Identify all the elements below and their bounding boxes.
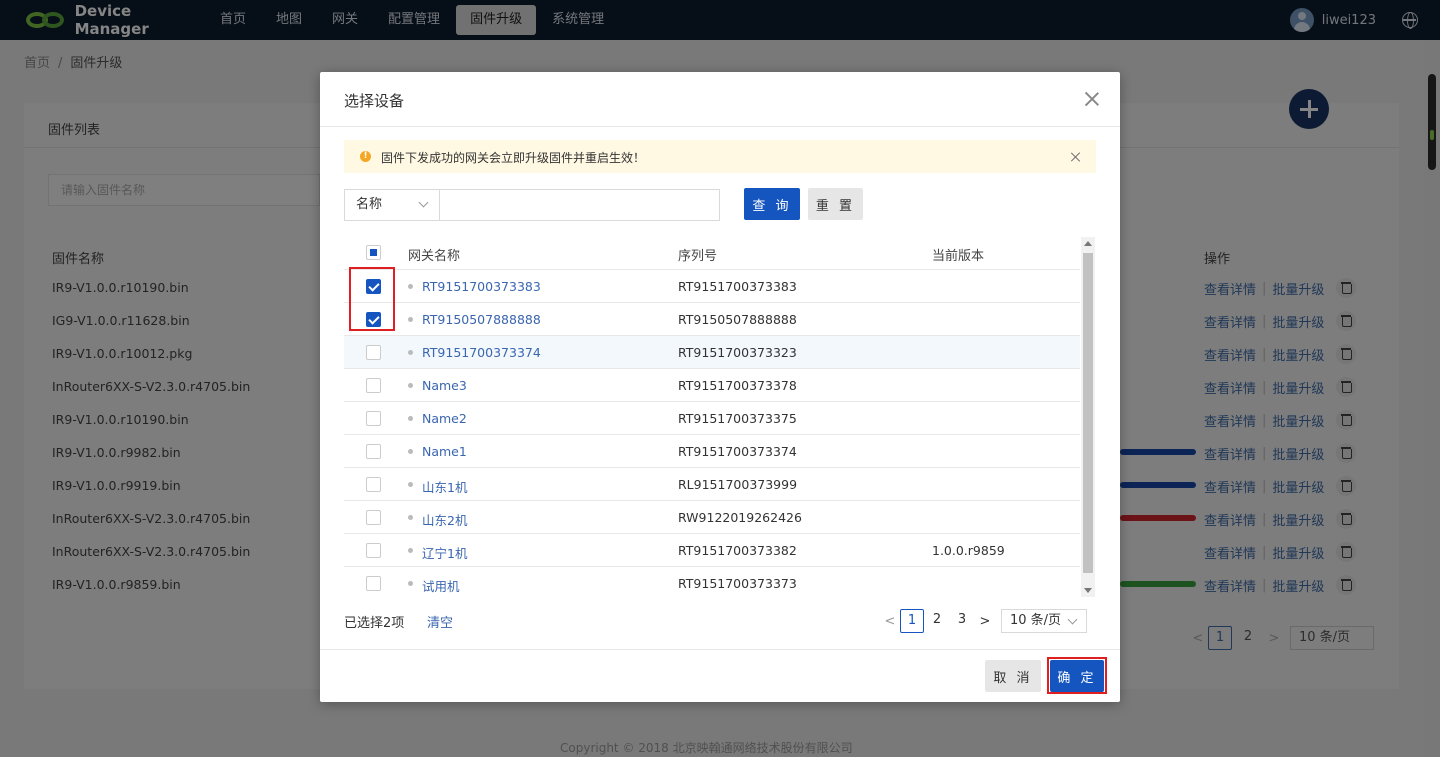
chevron-down-icon <box>418 197 429 208</box>
table-row[interactable]: RT9150507888888 RT9150507888888 <box>344 303 1080 336</box>
highlight-box-confirm <box>1047 657 1107 694</box>
row-checkbox[interactable] <box>366 510 381 525</box>
status-dot <box>408 284 413 289</box>
filter-field-select[interactable]: 名称 <box>344 189 440 221</box>
query-button[interactable]: 查 询 <box>744 188 800 220</box>
gateway-name-link[interactable]: Name2 <box>422 411 467 426</box>
table-row[interactable]: Name3 RT9151700373378 <box>344 369 1080 402</box>
select-device-dialog: 选择设备 ! 固件下发成功的网关会立即升级固件并重启生效！ 名称 查 询 重 置… <box>320 72 1120 702</box>
table-row[interactable]: RT9151700373374 RT9151700373323 <box>344 336 1080 369</box>
row-checkbox[interactable] <box>366 543 381 558</box>
column-current-version: 当前版本 <box>932 249 985 264</box>
highlight-box-checkboxes <box>349 267 395 331</box>
alert-close-icon[interactable] <box>1070 152 1080 162</box>
serial-number: RT9151700373374 <box>678 444 797 459</box>
gateway-name-link[interactable]: 辽宁1机 <box>422 543 467 562</box>
table-row[interactable]: 试用机 RT9151700373373 <box>344 567 1080 597</box>
serial-number: RT9151700373382 <box>678 543 797 558</box>
chevron-down-icon <box>1067 614 1078 625</box>
status-dot <box>408 548 413 553</box>
status-dot <box>408 383 413 388</box>
close-icon[interactable] <box>1084 91 1100 107</box>
gateway-name-link[interactable]: RT9151700373374 <box>422 345 541 360</box>
table-row[interactable]: 山东1机 RL9151700373999 <box>344 468 1080 501</box>
scroll-down-icon[interactable] <box>1084 588 1092 593</box>
scroll-thumb[interactable] <box>1083 253 1093 573</box>
row-checkbox[interactable] <box>366 378 381 393</box>
table-row[interactable]: RT9151700373383 RT9151700373383 <box>344 270 1080 303</box>
current-version: 1.0.0.r9859 <box>932 543 1005 558</box>
column-serial-number: 序列号 <box>678 249 718 264</box>
page-2[interactable]: 2 <box>925 609 949 633</box>
prev-page-icon[interactable]: < <box>880 614 900 629</box>
page-size-select[interactable]: 10 条/页 <box>1001 609 1087 633</box>
serial-number: RT9151700373373 <box>678 576 797 591</box>
status-dot <box>408 581 413 586</box>
column-gateway-name: 网关名称 <box>408 249 461 264</box>
status-dot <box>408 482 413 487</box>
next-page-icon[interactable]: > <box>975 614 995 629</box>
scroll-up-icon[interactable] <box>1084 241 1092 246</box>
row-checkbox[interactable] <box>366 411 381 426</box>
row-checkbox[interactable] <box>366 444 381 459</box>
gateway-name-link[interactable]: Name3 <box>422 378 467 393</box>
warning-alert: ! 固件下发成功的网关会立即升级固件并重启生效！ <box>344 140 1096 173</box>
serial-number: RT9151700373375 <box>678 411 797 426</box>
row-checkbox[interactable] <box>366 576 381 591</box>
gateway-name-link[interactable]: 试用机 <box>422 576 460 595</box>
dialog-pagination: < 1 2 3 > 10 条/页 <box>880 609 1087 633</box>
status-dot <box>408 449 413 454</box>
status-dot <box>408 317 413 322</box>
page-size-value: 10 条/页 <box>1010 613 1062 628</box>
device-table: 网关名称 序列号 当前版本 RT9151700373383 RT915170037… <box>344 237 1080 597</box>
serial-number: RT9151700373383 <box>678 279 797 294</box>
selected-count: 已选择2项 <box>344 616 405 631</box>
dialog-title: 选择设备 <box>344 92 405 110</box>
gateway-name-link[interactable]: Name1 <box>422 444 467 459</box>
page-3[interactable]: 3 <box>950 609 974 633</box>
row-checkbox[interactable] <box>366 477 381 492</box>
serial-number: RT9150507888888 <box>678 312 797 327</box>
gateway-name-link[interactable]: 山东1机 <box>422 477 467 496</box>
status-dot <box>408 350 413 355</box>
table-header: 网关名称 序列号 当前版本 <box>344 237 1080 270</box>
dialog-footer: 取 消 确 定 <box>320 649 1120 702</box>
alert-text: 固件下发成功的网关会立即升级固件并重启生效！ <box>381 151 646 165</box>
select-all-checkbox[interactable] <box>366 245 381 260</box>
row-checkbox[interactable] <box>366 345 381 360</box>
reset-button[interactable]: 重 置 <box>808 188 863 220</box>
serial-number: RL9151700373999 <box>678 477 798 492</box>
filter-value-input[interactable] <box>439 189 720 221</box>
page-1[interactable]: 1 <box>900 609 924 633</box>
serial-number: RW9122019262426 <box>678 510 802 525</box>
status-dot <box>408 515 413 520</box>
table-row[interactable]: Name2 RT9151700373375 <box>344 402 1080 435</box>
table-scrollbar[interactable] <box>1081 237 1095 597</box>
serial-number: RT9151700373378 <box>678 378 797 393</box>
gateway-name-link[interactable]: RT9151700373383 <box>422 279 541 294</box>
serial-number: RT9151700373323 <box>678 345 797 360</box>
gateway-name-link[interactable]: RT9150507888888 <box>422 312 541 327</box>
clear-selection-link[interactable]: 清空 <box>427 612 453 631</box>
warning-icon: ! <box>360 151 371 162</box>
table-row[interactable]: Name1 RT9151700373374 <box>344 435 1080 468</box>
table-row[interactable]: 山东2机 RW9122019262426 <box>344 501 1080 534</box>
cancel-button[interactable]: 取 消 <box>985 660 1041 692</box>
table-row[interactable]: 辽宁1机 RT9151700373382 1.0.0.r9859 <box>344 534 1080 567</box>
filter-field-value: 名称 <box>356 197 383 212</box>
status-dot <box>408 416 413 421</box>
gateway-name-link[interactable]: 山东2机 <box>422 510 467 529</box>
